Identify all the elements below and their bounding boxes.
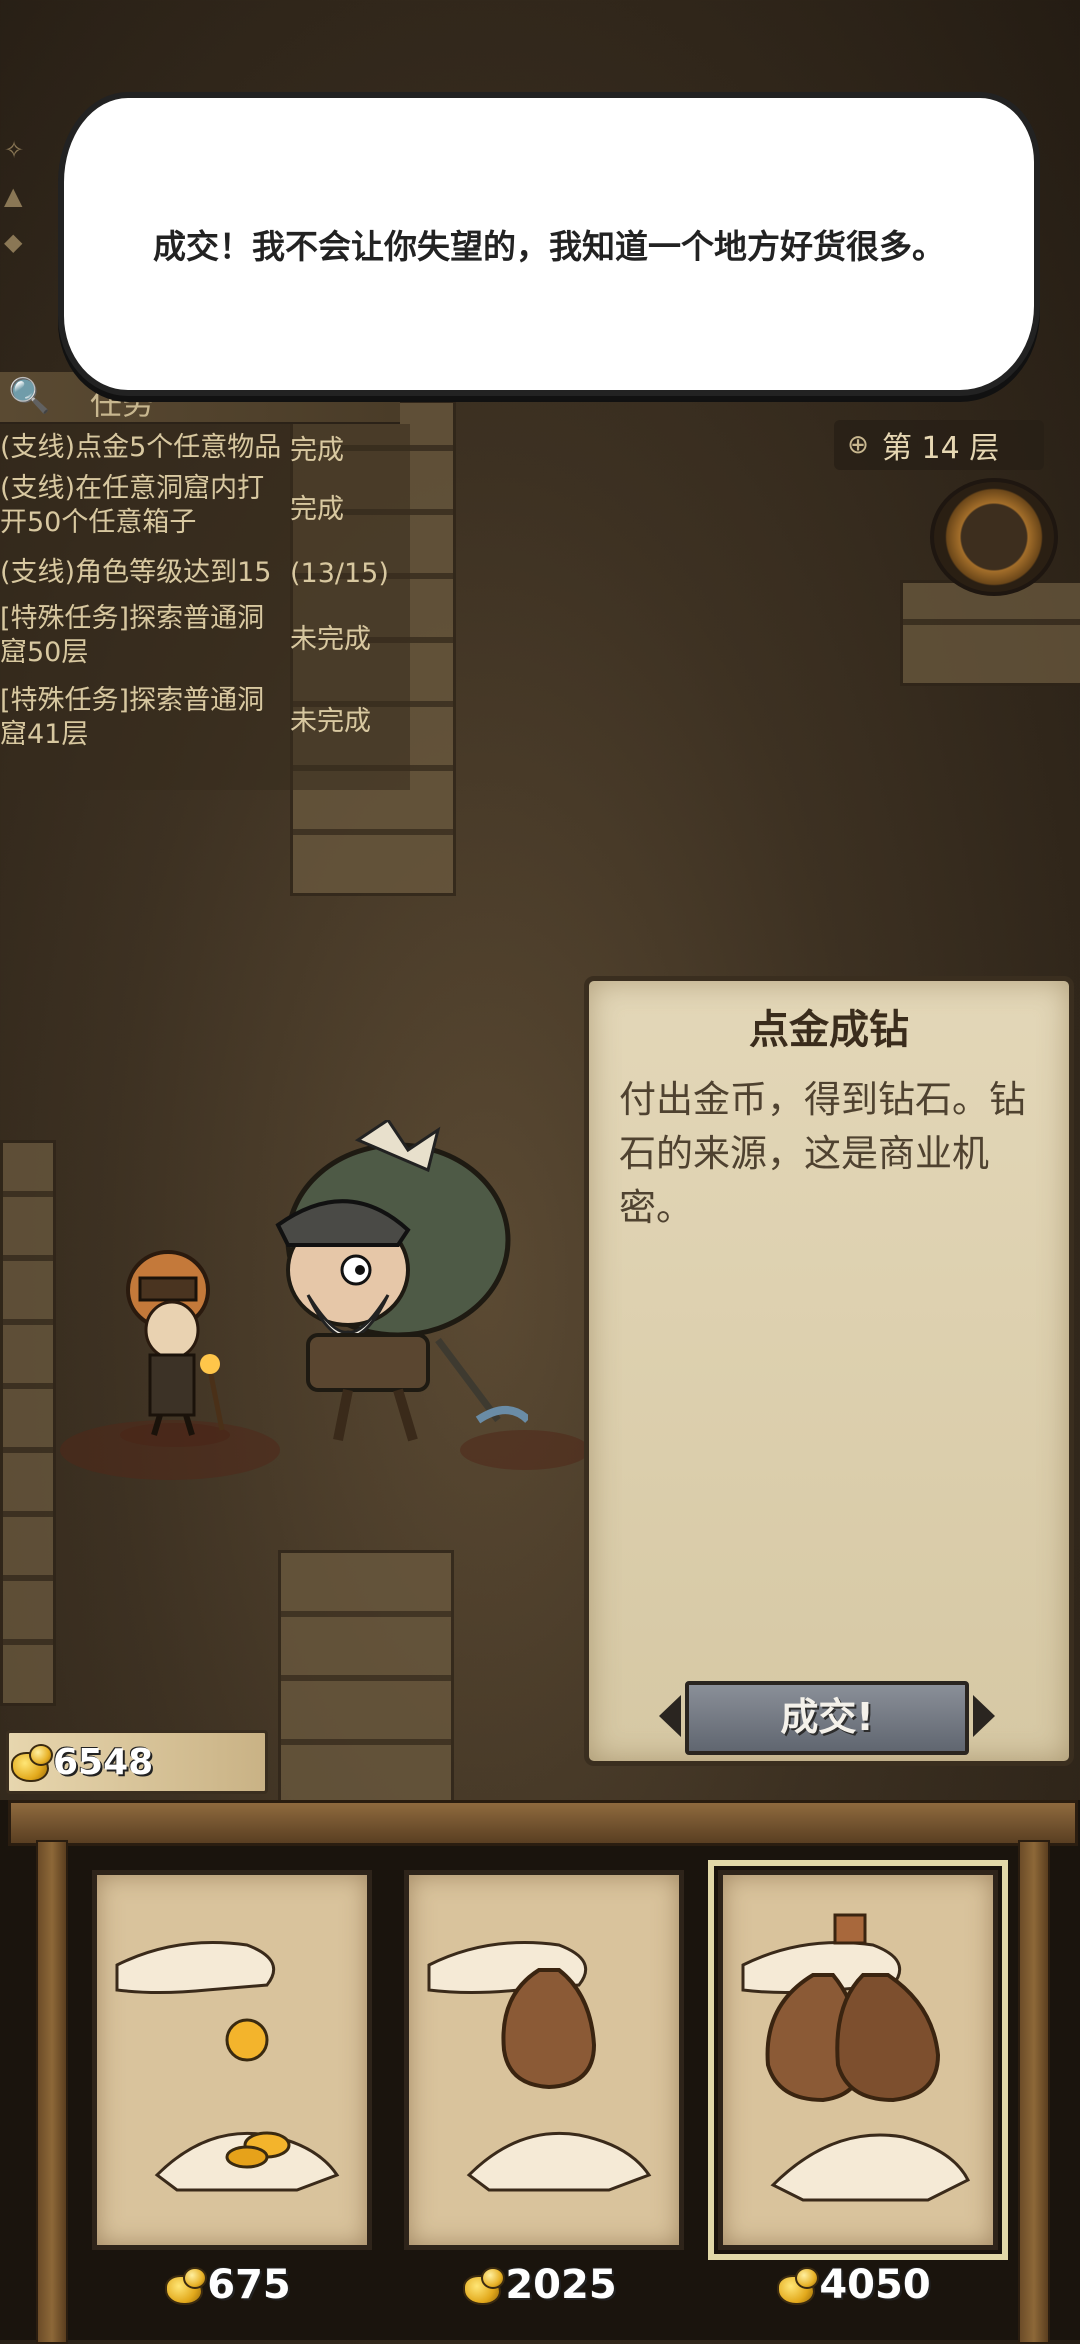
shop-item-medium[interactable] — [404, 1870, 684, 2250]
offer-title: 点金成钻 — [749, 1007, 909, 1053]
gold-counter: 6548 — [6, 1730, 268, 1794]
price-large: 4050 — [718, 2262, 988, 2308]
offer-description: 付出金币，得到钻石。钻石的来源，这是商业机密。 — [619, 1078, 1026, 1229]
dialog-bubble[interactable]: 成交！我不会让你失望的，我知道一个地方好货很多。 — [58, 92, 1040, 396]
shelf-leg — [1018, 1840, 1050, 2344]
quest-name: (支线)角色等级达到15 — [0, 557, 272, 588]
shop-item-large[interactable] — [708, 1860, 1008, 2260]
quest-status: 未完成 — [290, 623, 371, 655]
merchant-npc — [275, 1120, 528, 1442]
gold-nugget-icon — [775, 2267, 820, 2305]
quest-name: [特殊任务]探索普通洞窟41层 — [0, 685, 265, 750]
quest-name: (支线)点金5个任意物品 — [0, 431, 282, 463]
floor-indicator[interactable]: ⊕ 第 14 层 — [834, 420, 1044, 470]
quest-name: (支线)在任意洞窟内打开50个任意箱子 — [0, 473, 265, 538]
price-value: 675 — [207, 2262, 291, 2308]
gold-nugget-icon — [163, 2267, 208, 2305]
mountain-icon[interactable]: ▲ — [4, 182, 34, 212]
shelf-top-board — [8, 1800, 1078, 1846]
quest-status: (13/15) — [290, 557, 389, 589]
zoom-icon: ⊕ — [847, 430, 869, 460]
quest-name: [特殊任务]探索普通洞窟50层 — [0, 603, 265, 668]
background-wall — [0, 1140, 56, 1706]
quest-item[interactable]: [特殊任务]探索普通洞窟50层 未完成 — [0, 602, 410, 670]
offer-panel: 点金成钻 付出金币，得到钻石。钻石的来源，这是商业机密。 成交! — [584, 976, 1074, 1766]
hud-side-icons: ✧ ▲ ◆ — [0, 120, 40, 274]
gold-icon[interactable]: ◆ — [4, 228, 34, 258]
price-medium: 2025 — [404, 2262, 674, 2308]
quest-item[interactable]: (支线)角色等级达到15 (13/15) — [0, 556, 410, 590]
dialog-text: 成交！我不会让你失望的，我知道一个地方好货很多。 — [153, 227, 945, 266]
price-value: 2025 — [505, 2262, 617, 2308]
quest-list: (支线)点金5个任意物品 完成 (支线)在任意洞窟内打开50个任意箱子 完成 (… — [0, 424, 410, 790]
price-small: 675 — [92, 2262, 362, 2308]
search-icon[interactable]: 🔍 — [8, 376, 50, 416]
shelf-leg — [36, 1840, 68, 2344]
quest-item[interactable]: [特殊任务]探索普通洞窟41层 未完成 — [0, 684, 410, 752]
shop-item-small[interactable] — [92, 1870, 372, 2250]
arrow-icon[interactable]: ✧ — [4, 136, 34, 166]
gold-nugget-icon — [461, 2267, 506, 2305]
coin-bag-icon — [427, 1941, 652, 2192]
quest-item[interactable]: (支线)点金5个任意物品 完成 — [0, 428, 410, 467]
gold-nugget-icon — [9, 1744, 53, 1782]
confirm-deal-button[interactable]: 成交! — [685, 1681, 969, 1755]
player-character — [120, 1250, 230, 1447]
floor-label: 第 14 层 — [882, 431, 1000, 466]
quest-status: 完成 — [290, 435, 344, 466]
two-bags-icon — [741, 1913, 971, 2202]
single-coin-icon — [115, 1941, 340, 2192]
minimap-button[interactable] — [930, 478, 1058, 596]
background-wall — [278, 1550, 454, 1806]
quest-status: 未完成 — [290, 705, 371, 737]
quest-item[interactable]: (支线)在任意洞窟内打开50个任意箱子 完成 — [0, 472, 410, 540]
gold-amount: 6548 — [53, 1741, 154, 1783]
quest-status: 完成 — [290, 493, 344, 525]
price-value: 4050 — [819, 2262, 931, 2308]
